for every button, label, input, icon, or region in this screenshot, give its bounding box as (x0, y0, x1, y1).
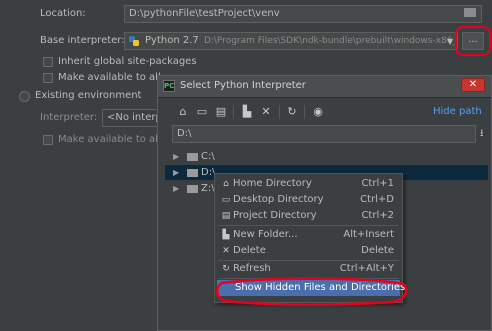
location-field[interactable]: D:\pythonFile\testProject\venv (124, 5, 482, 23)
delete-icon: ✕ (222, 246, 230, 256)
path-value: D:\ (177, 128, 192, 139)
toolbar-divider-3 (304, 105, 305, 119)
home-toolbar-icon[interactable]: ⌂ (175, 104, 191, 120)
make-available-label-2: Make available to all (58, 134, 161, 145)
show-hidden-toolbar-icon[interactable]: ◉ (310, 104, 326, 120)
expand-arrow-icon[interactable]: ▶ (173, 181, 179, 196)
make-available-checkbox-2[interactable] (43, 135, 53, 145)
toolbar-divider (233, 105, 234, 119)
menu-separator (218, 225, 399, 226)
toolbar-divider-2 (279, 105, 280, 119)
menu-item-delete[interactable]: ✕ Delete Delete (215, 243, 402, 259)
tree-row-label: Z:\ (201, 183, 215, 194)
make-available-checkbox[interactable] (43, 73, 53, 83)
location-label: Location: (40, 8, 86, 19)
download-icon[interactable]: ⭳ (480, 126, 490, 140)
interpreter-select[interactable]: <No interp (102, 109, 162, 127)
make-available-label: Make available to all (58, 72, 161, 83)
interpreter-value: <No interp (107, 112, 162, 123)
menu-item-home-directory[interactable]: ⌂ Home Directory Ctrl+1 (215, 176, 402, 192)
base-interpreter-label: Base interpreter: (40, 35, 125, 46)
menu-item-project-directory[interactable]: ▤ Project Directory Ctrl+2 (215, 208, 402, 224)
new-folder-toolbar-icon[interactable]: ▙ (239, 104, 255, 120)
base-interpreter-path: D:\Program Files\SDK\ndk-bundle\prebuilt… (203, 36, 458, 46)
close-icon[interactable]: ✕ (461, 78, 485, 92)
existing-environment-radio[interactable] (19, 91, 30, 102)
expand-arrow-icon[interactable]: ▶ (173, 149, 179, 164)
tree-row[interactable]: ▶ C:\ (165, 149, 488, 164)
drive-icon (187, 185, 198, 193)
project-icon: ▤ (221, 211, 231, 221)
desktop-toolbar-icon[interactable]: ▭ (194, 104, 210, 120)
path-input[interactable]: D:\ (172, 125, 476, 143)
refresh-toolbar-icon[interactable]: ↻ (284, 104, 300, 120)
hide-path-link[interactable]: Hide path (433, 106, 482, 117)
annotation-circle-browse (455, 26, 491, 56)
drive-icon (187, 153, 198, 161)
menu-item-desktop-directory[interactable]: ▭ Desktop Directory Ctrl+D (215, 192, 402, 208)
new-folder-icon: ▙ (222, 230, 230, 240)
existing-environment-label: Existing environment (35, 90, 142, 101)
base-interpreter-name: Python 2.7 (145, 35, 199, 46)
python-icon (129, 36, 139, 46)
drive-icon (187, 169, 198, 177)
base-interpreter-select[interactable]: Python 2.7 D:\Program Files\SDK\ndk-bund… (124, 32, 458, 50)
dropdown-arrow-icon[interactable]: ▼ (447, 37, 453, 46)
interpreter-label: Interpreter: (40, 112, 98, 123)
desktop-icon: ▭ (221, 195, 231, 205)
dialog-title: Select Python Interpreter (180, 80, 306, 91)
pycharm-logo-icon: PC (163, 80, 175, 92)
delete-toolbar-icon[interactable]: ✕ (258, 104, 274, 120)
tree-row-label: C:\ (201, 151, 215, 162)
home-icon: ⌂ (223, 179, 229, 189)
inherit-packages-label: Inherit global site-packages (58, 56, 197, 67)
project-toolbar-icon[interactable]: ▤ (213, 104, 229, 120)
inherit-packages-checkbox[interactable] (43, 57, 53, 67)
dialog-titlebar: PC Select Python Interpreter ✕ (158, 76, 491, 98)
menu-item-new-folder[interactable]: ▙ New Folder... Alt+Insert (215, 227, 402, 243)
annotation-circle-show-hidden (213, 275, 410, 306)
location-value: D:\pythonFile\testProject\venv (129, 8, 280, 19)
expand-arrow-icon[interactable]: ▶ (173, 165, 179, 180)
folder-icon[interactable] (464, 8, 476, 17)
